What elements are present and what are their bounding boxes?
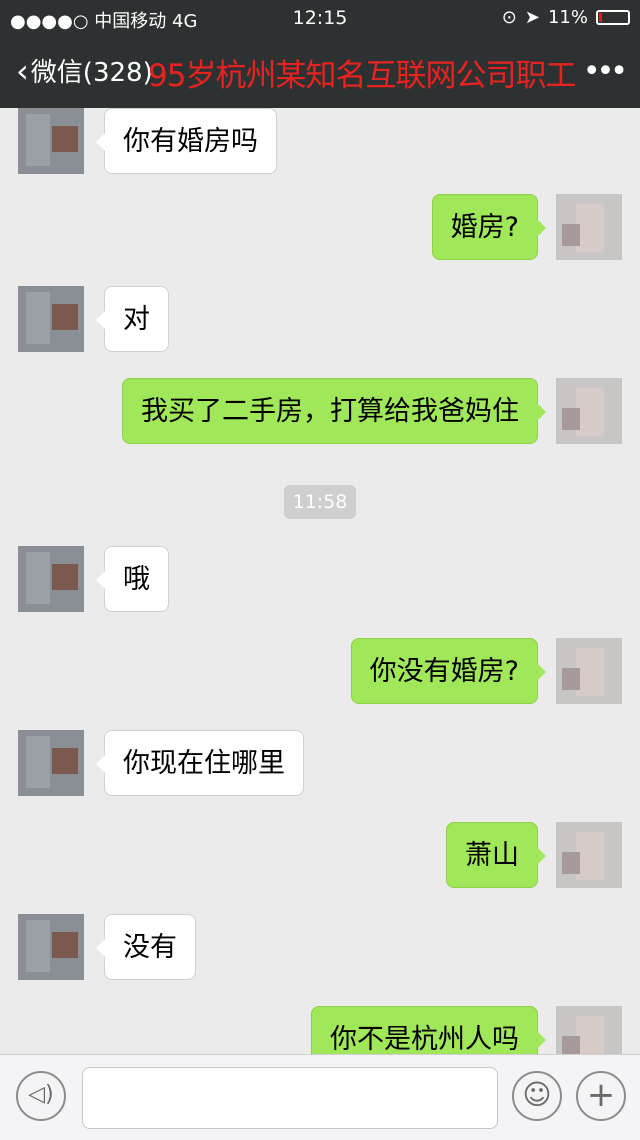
location-icon: ➤ (524, 7, 540, 28)
lock-rotation-icon: ⊙ (501, 7, 517, 28)
battery-fill (599, 13, 602, 22)
input-bar: ◁) ☺ + (0, 1054, 640, 1140)
message-bubble-outgoing[interactable]: 我买了二手房，打算给我爸妈住 (122, 378, 546, 444)
chat-title: 95岁杭州某知名互联网公司职工 (148, 58, 576, 94)
message-bubble-incoming[interactable]: 对 (96, 286, 169, 352)
status-bar: ●●●●○ 中国移动 4G 12:15 ⊙ ➤ 11% (0, 0, 640, 36)
message-bubble-outgoing[interactable]: 婚房? (431, 194, 547, 260)
message-bubble-outgoing[interactable]: 你没有婚房? (350, 638, 547, 704)
contact-avatar[interactable] (18, 914, 84, 980)
message-bubble-outgoing[interactable]: 你不是杭州人吗 (311, 1006, 546, 1054)
back-label: 微信(328) (30, 58, 153, 88)
my-avatar[interactable] (556, 1006, 622, 1054)
message-bubble-incoming[interactable]: 你有婚房吗 (96, 108, 277, 174)
message-bubble-incoming[interactable]: 哦 (96, 546, 169, 612)
nav-bar: ‹ 微信(328) 95岁杭州某知名互联网公司职工 ••• (0, 40, 640, 104)
chevron-left-icon: ‹ (16, 51, 29, 90)
message-bubble-incoming[interactable]: 没有 (96, 914, 196, 980)
contact-avatar[interactable] (18, 286, 84, 352)
voice-icon[interactable]: ◁) (16, 1071, 66, 1121)
my-avatar[interactable] (556, 638, 622, 704)
timestamp: 11:58 (284, 485, 356, 519)
message-input[interactable] (82, 1067, 498, 1129)
my-avatar[interactable] (556, 822, 622, 888)
message-bubble-outgoing[interactable]: 萧山 (446, 822, 546, 888)
chat-area[interactable]: 你有婚房吗 婚房? 对 我买了二手房，打算给我爸妈住 11:58 哦 你没有婚房… (0, 108, 640, 1054)
top-bar: ●●●●○ 中国移动 4G 12:15 ⊙ ➤ 11% ‹ 微信(328) 95… (0, 0, 640, 108)
my-avatar[interactable] (556, 194, 622, 260)
back-button[interactable]: ‹ 微信(328) (16, 52, 153, 89)
battery-percent: 11% (547, 7, 588, 28)
message-bubble-incoming[interactable]: 你现在住哪里 (96, 730, 304, 796)
plus-icon[interactable]: + (576, 1071, 626, 1121)
emoji-icon[interactable]: ☺ (512, 1071, 562, 1121)
my-avatar[interactable] (556, 378, 622, 444)
battery-icon (596, 10, 630, 25)
contact-avatar[interactable] (18, 730, 84, 796)
contact-avatar[interactable] (18, 546, 84, 612)
contact-avatar[interactable] (18, 108, 84, 174)
more-dots-icon[interactable]: ••• (583, 54, 628, 89)
